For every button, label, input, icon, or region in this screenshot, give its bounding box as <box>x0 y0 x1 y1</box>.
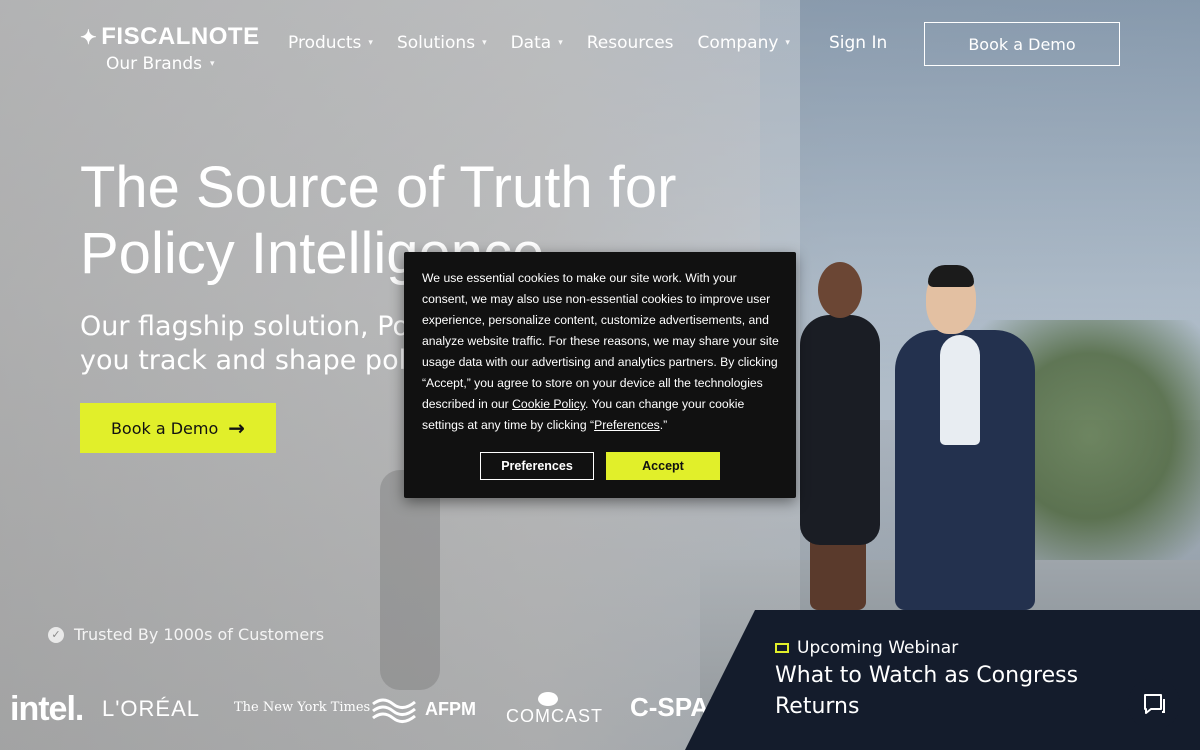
menu-item-label: Resources <box>586 33 674 53</box>
sign-in-link[interactable]: Sign In <box>829 33 887 53</box>
webinar-icon <box>775 643 789 653</box>
afpm-wave-icon <box>372 698 416 723</box>
logo-text: FISCALNOTE <box>101 23 260 50</box>
webinar-tag-label: Upcoming Webinar <box>797 638 959 658</box>
menu-item-solutions[interactable]: Solutions ▾ <box>397 33 487 53</box>
afpm-text: AFPM <box>425 698 476 719</box>
accept-button[interactable]: Accept <box>606 452 720 480</box>
background-reflection <box>380 470 440 690</box>
arrow-right-icon: → <box>228 416 246 440</box>
menu-item-label: Solutions <box>396 33 476 53</box>
person-woman-head <box>818 262 862 318</box>
spark-icon: ✦ <box>80 26 98 49</box>
webinar-tag: Upcoming Webinar <box>775 638 958 658</box>
nav-book-demo-button[interactable]: Book a Demo <box>924 22 1120 66</box>
chat-button[interactable] <box>1128 678 1180 730</box>
trusted-label: Trusted By 1000s of Customers <box>74 625 325 644</box>
hero-subhead-line1: Our flagship solution, Polic <box>80 311 439 342</box>
our-brands-label: Our Brands <box>106 54 203 74</box>
main-menu: Products ▾ Solutions ▾ Data ▾ Resources … <box>288 33 814 53</box>
hero-cta-label: Book a Demo <box>110 418 219 438</box>
loreal-logo: L'ORÉAL <box>102 696 201 721</box>
peacock-icon <box>538 692 558 706</box>
caret-down-icon: ▾ <box>482 38 487 48</box>
cookie-policy-link[interactable]: Cookie Policy <box>512 397 585 411</box>
cookie-message: We use essential cookies to make our sit… <box>422 268 782 436</box>
cookie-text-main: We use essential cookies to make our sit… <box>422 271 779 411</box>
caret-down-icon: ▾ <box>368 38 373 48</box>
menu-item-products[interactable]: Products ▾ <box>288 33 373 53</box>
person-man-hair <box>928 265 974 287</box>
menu-item-label: Products <box>288 33 362 53</box>
caret-down-icon: ▾ <box>210 59 215 69</box>
nytimes-logo: The New York Times <box>234 700 371 715</box>
menu-item-resources[interactable]: Resources <box>587 33 674 53</box>
top-nav: ✦ FISCALNOTE Our Brands ▾ Products ▾ Sol… <box>0 0 1200 90</box>
menu-item-label: Data <box>510 33 552 53</box>
afpm-logo: AFPM <box>371 694 476 724</box>
cookie-consent-dialog: We use essential cookies to make our sit… <box>404 252 796 498</box>
person-man-shirt <box>940 335 980 445</box>
fiscalnote-logo[interactable]: ✦ FISCALNOTE <box>80 23 260 51</box>
comcast-logo: COMCAST <box>506 692 603 726</box>
caret-down-icon: ▾ <box>785 38 790 48</box>
webinar-title[interactable]: What to Watch as Congress Returns <box>775 660 1095 722</box>
menu-item-company[interactable]: Company ▾ <box>698 33 790 53</box>
hero-book-demo-button[interactable]: Book a Demo → <box>80 403 276 453</box>
preferences-button[interactable]: Preferences <box>480 452 594 480</box>
hero-subhead-line2: you track and shape policy <box>80 345 445 376</box>
customer-logos: intel. L'ORÉAL The New York Times AFPM C… <box>0 690 728 730</box>
person-woman-legs <box>810 540 866 610</box>
intel-logo: intel. <box>10 690 84 728</box>
comcast-text: COMCAST <box>506 706 603 726</box>
chat-icon <box>1144 694 1165 714</box>
preferences-link[interactable]: Preferences <box>594 418 660 432</box>
person-woman <box>800 315 880 545</box>
menu-item-label: Company <box>697 33 779 53</box>
cookie-text-end: .” <box>659 418 668 432</box>
menu-item-data[interactable]: Data ▾ <box>511 33 563 53</box>
check-circle-icon: ✓ <box>48 626 64 643</box>
our-brands-dropdown[interactable]: Our Brands ▾ <box>106 54 215 74</box>
caret-down-icon: ▾ <box>558 38 563 48</box>
trusted-by: ✓ Trusted By 1000s of Customers <box>48 625 324 644</box>
